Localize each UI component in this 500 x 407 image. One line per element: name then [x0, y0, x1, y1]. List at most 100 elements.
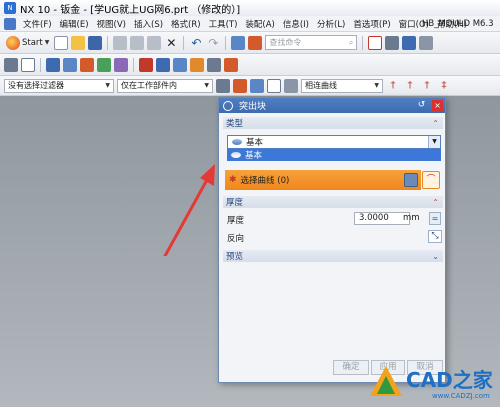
curve-rule-select[interactable]: 相连曲线 ▼ [301, 78, 383, 93]
toolbar-separator [40, 57, 41, 72]
type-option-base[interactable]: 基本 [227, 149, 441, 161]
snap-icon-3[interactable]: † [420, 79, 434, 93]
menu-edit[interactable]: 编辑(E) [56, 18, 93, 30]
fit-view-icon[interactable] [368, 35, 383, 50]
toolbar-separator [183, 35, 185, 50]
tools-icon[interactable] [207, 57, 221, 72]
mould-icon[interactable] [224, 57, 238, 72]
curve-select-icon[interactable]: ⌒ [422, 171, 440, 189]
render-style-icon[interactable] [385, 35, 400, 50]
type-section-header[interactable]: 类型 ⌃ [223, 117, 443, 129]
thickness-input[interactable]: 3.0000 [354, 212, 410, 225]
redo-icon[interactable]: ↷ [206, 36, 220, 50]
dialog-title: 突出块 [239, 102, 267, 112]
cube-view-icon[interactable] [402, 35, 417, 50]
snap-icon-4[interactable]: ‡ [437, 79, 451, 93]
feature-icon[interactable] [190, 57, 204, 72]
chevron-down-icon: ▼ [374, 82, 379, 89]
menu-icon[interactable] [4, 17, 16, 30]
toolbar-separator [225, 35, 227, 50]
menu-insert[interactable]: 插入(S) [130, 18, 167, 30]
preview-section-label: 预览 [226, 252, 244, 262]
tab-icon[interactable] [46, 57, 60, 72]
delete-icon[interactable]: ✕ [164, 36, 178, 50]
paste-icon[interactable] [147, 35, 162, 50]
start-button[interactable]: Start ▼ [4, 35, 51, 50]
menu-view[interactable]: 视图(V) [93, 18, 130, 30]
command-search-input[interactable]: 查找命令 ⌕ [265, 35, 358, 50]
sketch-icon[interactable] [4, 57, 18, 72]
dialog-title-bar[interactable]: 突出块 ↺ × [219, 98, 445, 113]
gear-icon[interactable] [223, 100, 233, 111]
flange-icon[interactable] [63, 57, 77, 72]
general-select-icon[interactable] [216, 78, 230, 93]
type-section-label: 类型 [226, 119, 244, 129]
scope-select[interactable]: 仅在工作部件内 ▼ [117, 78, 213, 93]
undo-icon[interactable]: ↶ [189, 36, 203, 50]
unbend-icon[interactable] [97, 57, 111, 72]
bend-icon[interactable] [80, 57, 94, 72]
corner-icon[interactable] [114, 57, 128, 72]
close-button[interactable]: × [432, 100, 443, 111]
selection-filter-select[interactable]: 没有选择过滤器 ▼ [4, 78, 114, 93]
box-select-icon[interactable] [267, 78, 281, 93]
type-dropdown[interactable]: 基本 ▼ [227, 135, 441, 149]
punch-icon[interactable] [139, 57, 153, 72]
required-star-icon: ✱ [229, 175, 237, 185]
chevron-down-icon[interactable]: ▼ [428, 136, 440, 148]
render-select-icon[interactable] [284, 78, 298, 93]
formula-icon[interactable]: = [429, 212, 441, 225]
snap-icon-2[interactable]: † [403, 79, 417, 93]
menu-hb-mould[interactable]: HB_MOULD M6.3 [418, 19, 498, 29]
snap-point-icon[interactable] [233, 78, 247, 93]
window-icon[interactable] [231, 35, 246, 50]
chevron-down-icon: ▼ [44, 39, 50, 46]
preview-section-header[interactable]: 预览 ⌄ [223, 250, 443, 262]
snap-icon-1[interactable]: † [386, 79, 400, 93]
toolbar-separator [362, 35, 364, 50]
menu-preferences[interactable]: 首选项(P) [349, 18, 394, 30]
base-type-icon [231, 152, 241, 158]
expand-icon: ⌄ [432, 251, 439, 261]
cut-icon[interactable] [113, 35, 128, 50]
tab-dialog: 突出块 ↺ × 类型 ⌃ 基本 ▼ 基本 ✱ 选择曲线 (0) ⌒ 厚度 ⌃ 厚… [218, 97, 446, 383]
title-bar: N NX 10 - 钣金 - [学UG就上UG网6.prt （修改的）] [0, 0, 500, 16]
flat-pattern-icon[interactable] [173, 57, 187, 72]
thickness-unit: mm [403, 213, 420, 223]
menu-analysis[interactable]: 分析(L) [313, 18, 349, 30]
rectangle-icon[interactable] [21, 57, 35, 72]
menu-format[interactable]: 格式(R) [167, 18, 205, 30]
watermark-text: CAD之家 [406, 368, 493, 392]
snap-end-icon[interactable] [250, 78, 264, 93]
chevron-down-icon: ▼ [204, 82, 209, 89]
nx-app-icon[interactable]: N [4, 2, 16, 14]
copy-icon[interactable] [130, 35, 145, 50]
command-finder-icon[interactable] [248, 35, 263, 50]
menu-bar: 文件(F) 编辑(E) 视图(V) 插入(S) 格式(R) 工具(T) 装配(A… [0, 16, 500, 32]
menu-assembly[interactable]: 装配(A) [241, 18, 278, 30]
ok-button[interactable]: 确定 [333, 360, 369, 375]
sketch-section-icon[interactable] [404, 173, 418, 187]
layer-icon[interactable] [419, 35, 434, 50]
start-icon [6, 35, 20, 50]
cadzj-watermark: CAD之家 www.CADZJ.com [368, 362, 498, 406]
toolbar-separator [133, 57, 134, 72]
save-icon[interactable] [88, 35, 103, 50]
standard-toolbar: Start ▼ ✕ ↶ ↷ 查找命令 ⌕ [0, 32, 500, 54]
cut-out-icon[interactable] [156, 57, 170, 72]
thickness-section-label: 厚度 [226, 198, 244, 208]
menu-tools[interactable]: 工具(T) [205, 18, 242, 30]
new-file-icon[interactable] [54, 35, 69, 50]
reverse-direction-icon[interactable]: ⤡ [428, 230, 442, 243]
reverse-label: 反向 [227, 234, 245, 244]
search-placeholder: 查找命令 [269, 38, 302, 47]
thickness-section-header[interactable]: 厚度 ⌃ [223, 196, 443, 208]
reset-icon[interactable]: ↺ [416, 100, 427, 111]
cadzj-logo-icon [370, 366, 402, 396]
selection-bar: 没有选择过滤器 ▼ 仅在工作部件内 ▼ 相连曲线 ▼ † † † ‡ [0, 76, 500, 96]
menu-info[interactable]: 信息(I) [279, 18, 313, 30]
select-curve-field[interactable]: ✱ 选择曲线 (0) [225, 170, 421, 190]
type-dropdown-value: 基本 [246, 138, 264, 148]
open-folder-icon[interactable] [71, 35, 86, 50]
menu-file[interactable]: 文件(F) [19, 18, 56, 30]
